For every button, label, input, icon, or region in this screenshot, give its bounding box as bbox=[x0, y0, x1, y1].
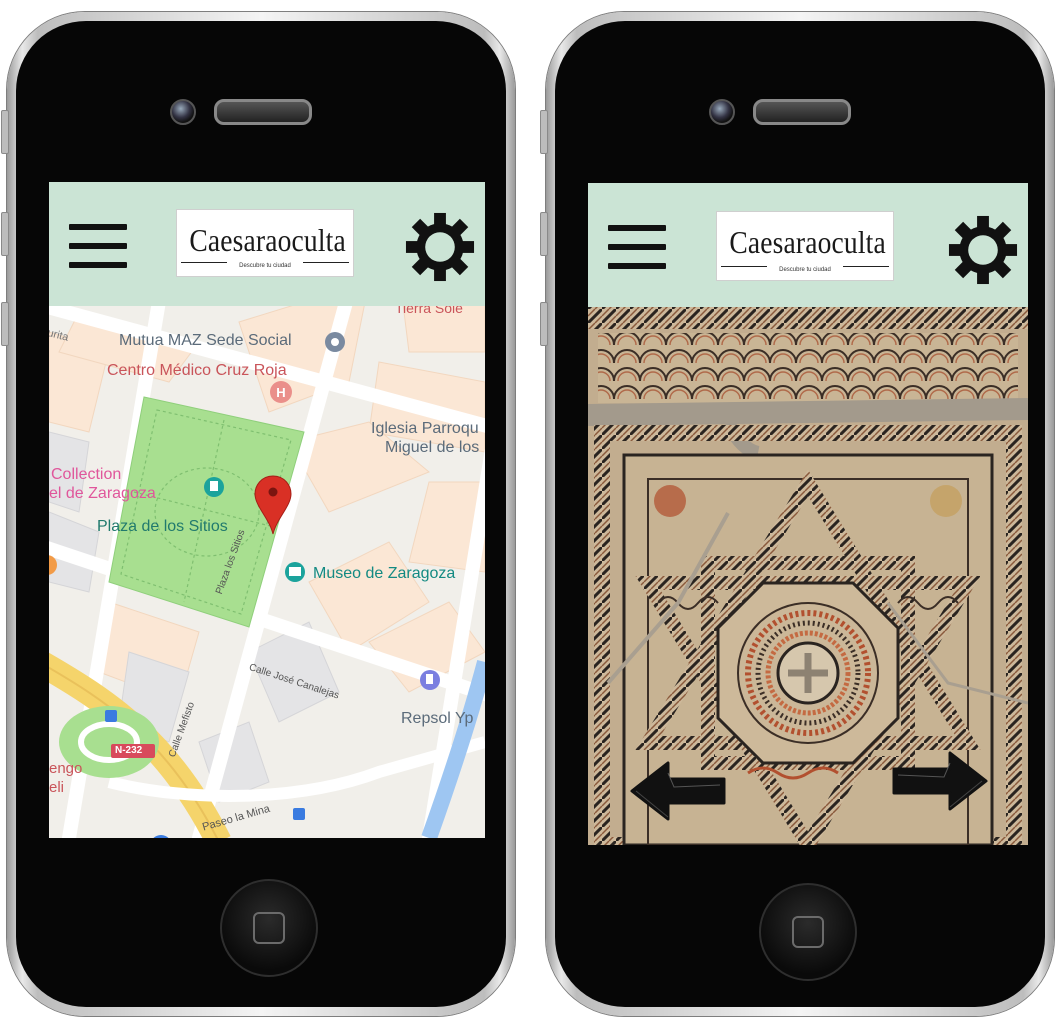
map-label-collection-1: Collection bbox=[51, 466, 122, 483]
phone-body: H Mutua MAZ Sede Social Centro Médico Cr… bbox=[16, 21, 506, 1007]
hospital-icon: H bbox=[270, 381, 292, 403]
logo-title-2: Caesaraoculta bbox=[729, 224, 886, 260]
map-label-repsol: Repsol Yp bbox=[401, 710, 474, 727]
mute-switch bbox=[1, 110, 9, 154]
earpiece-speaker-2 bbox=[753, 99, 851, 125]
hamburger-menu-icon[interactable] bbox=[69, 224, 127, 268]
right-arrow-icon[interactable] bbox=[890, 749, 990, 813]
badge-n232-label: N-232 bbox=[115, 745, 143, 756]
app-header-2: Caesaraoculta Descubre tu ciudad bbox=[588, 183, 1028, 307]
gas-station-icon bbox=[420, 670, 440, 690]
phone-right: Caesaraoculta Descubre tu ciudad bbox=[540, 12, 1054, 1016]
logo-subtitle: Descubre tu ciudad bbox=[239, 263, 291, 269]
front-camera bbox=[170, 99, 196, 125]
phone-left: H Mutua MAZ Sede Social Centro Médico Cr… bbox=[1, 12, 515, 1016]
app-header: Caesaraoculta Descubre tu ciudad bbox=[49, 182, 485, 306]
phone-body-2: Caesaraoculta Descubre tu ciudad bbox=[555, 21, 1045, 1007]
mute-switch-2 bbox=[540, 110, 548, 154]
map-label-mutua: Mutua MAZ Sede Social bbox=[119, 332, 292, 349]
map-label-iglesia-1: Iglesia Parroqu bbox=[371, 420, 479, 437]
screen: H Mutua MAZ Sede Social Centro Médico Cr… bbox=[49, 182, 485, 838]
map-label-engo-2: eli bbox=[49, 779, 65, 796]
map-label-centro: Centro Médico Cruz Roja bbox=[107, 362, 287, 379]
app-logo-2: Caesaraoculta Descubre tu ciudad bbox=[716, 211, 894, 281]
monument-pin-icon bbox=[204, 477, 224, 497]
earpiece-speaker bbox=[214, 99, 312, 125]
home-button-2[interactable] bbox=[759, 883, 857, 981]
logo-subtitle-2: Descubre tu ciudad bbox=[779, 267, 831, 273]
hamburger-menu-icon-2[interactable] bbox=[608, 225, 666, 269]
volume-down-button-2 bbox=[540, 302, 548, 346]
museum-pin-icon bbox=[285, 562, 305, 582]
gear-icon[interactable] bbox=[403, 210, 477, 284]
map-label-iglesia-2: Miguel de los bbox=[385, 439, 480, 456]
bus-stop-icon-2 bbox=[293, 808, 305, 820]
map-label-collection-2: el de Zaragoza bbox=[49, 485, 156, 502]
app-logo: Caesaraoculta Descubre tu ciudad bbox=[176, 209, 354, 277]
map-label-museo: Museo de Zaragoza bbox=[313, 565, 456, 582]
volume-up-button-2 bbox=[540, 212, 548, 256]
svg-text:H: H bbox=[276, 385, 285, 400]
map-label-engo-1: engo bbox=[49, 760, 83, 777]
volume-up-button bbox=[1, 212, 9, 256]
volume-down-button bbox=[1, 302, 9, 346]
logo-title: Caesaraoculta bbox=[189, 222, 346, 258]
map-label-plaza: Plaza de los Sitios bbox=[97, 518, 228, 535]
screen-2: Caesaraoculta Descubre tu ciudad bbox=[588, 183, 1028, 845]
home-button[interactable] bbox=[220, 879, 318, 977]
office-pin-icon bbox=[325, 332, 345, 352]
front-camera-2 bbox=[709, 99, 735, 125]
bus-stop-icon bbox=[105, 710, 117, 722]
left-arrow-icon[interactable] bbox=[628, 759, 728, 823]
gear-icon-2[interactable] bbox=[946, 213, 1020, 287]
